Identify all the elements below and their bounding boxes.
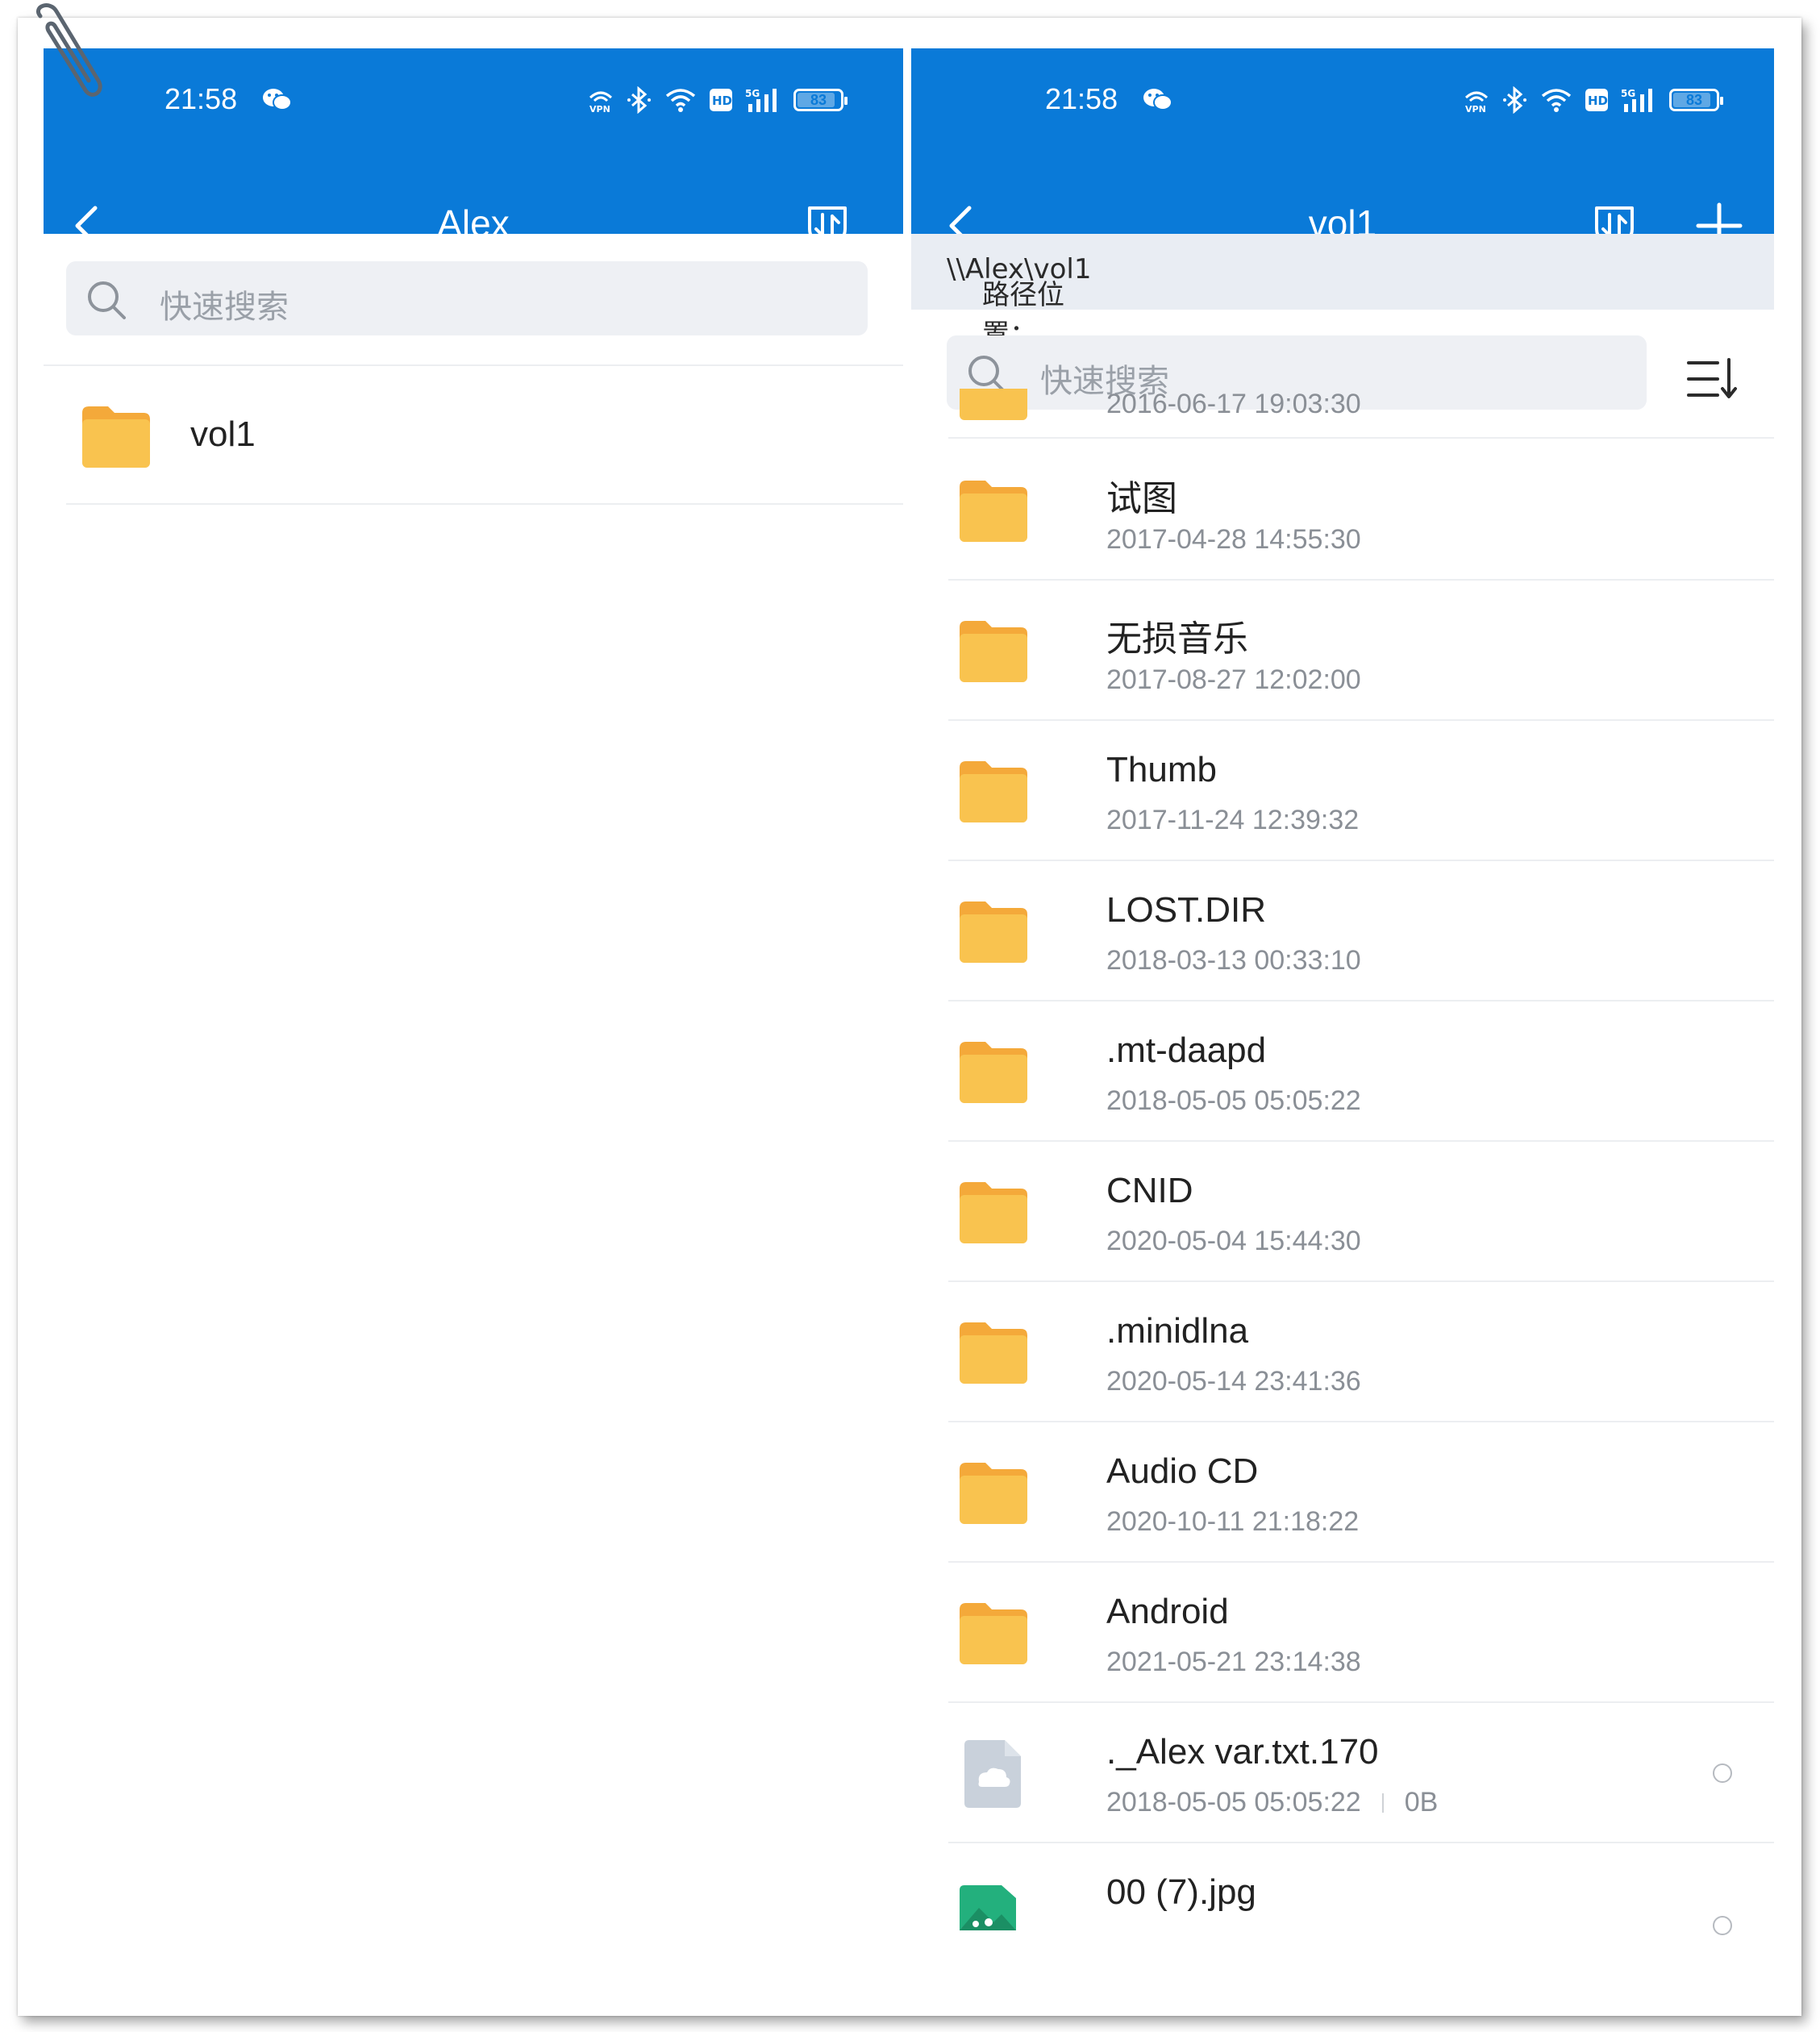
list-item[interactable]: ._Alex var.txt.170 2018-05-05 05:05:22 0B [948,1703,1774,1843]
wifi-icon [665,89,696,112]
svg-text:5G: 5G [1621,88,1635,99]
bluetooth-icon [627,86,651,114]
item-name: Thumb [1106,750,1217,789]
wifi-icon [1541,89,1572,112]
battery-icon: 83 [793,89,848,111]
list-item[interactable]: Audio CD 2020-10-11 21:18:22 [948,1422,1774,1563]
item-name: 00 (7).jpg [1106,1872,1256,1912]
item-date: 2017-11-24 12:39:32 [1106,805,1360,835]
vpn-icon: VPN [589,91,613,114]
item-name: .mt-daapd [1106,1031,1267,1070]
app-bar: 21:58 VPN HD 5G 83 vol1 [911,48,1774,250]
signal-5g-icon: 5G [1621,88,1652,112]
list-item[interactable]: Thumb 2017-11-24 12:39:32 [948,721,1774,861]
cloud-file-icon [964,1740,1021,1808]
item-date: 2018-05-05 05:05:22 [1106,1085,1361,1116]
svg-text:5G: 5G [745,88,760,99]
list-item[interactable]: LOST.DIR 2018-03-13 00:33:10 [948,861,1774,1001]
item-name: Android [1106,1592,1229,1631]
list-item[interactable]: .minidlna 2020-05-14 23:41:36 [948,1282,1774,1422]
list-item[interactable]: 试图 2017-04-28 14:55:30 [948,440,1774,581]
folder-icon [960,1042,1027,1103]
wechat-icon [263,89,292,110]
folder-icon [960,901,1027,963]
signal-5g-icon: 5G [745,88,777,112]
search-input[interactable]: 快速搜索 [66,261,868,335]
svg-text:VPN: VPN [1465,104,1486,114]
item-date: 2017-08-27 12:02:00 [1106,664,1361,695]
item-date: 2021-05-21 23:14:38 [1106,1647,1361,1677]
svg-text:VPN: VPN [589,104,610,114]
item-name: CNID [1106,1171,1193,1210]
paperclip-icon [36,3,102,97]
page-title: Alex [437,202,510,244]
folder-icon [960,1182,1027,1243]
item-name: Audio CD [1106,1451,1259,1491]
item-date: 2017-04-28 14:55:30 [1106,524,1361,555]
item-name: LOST.DIR [1106,890,1267,930]
item-date: 2018-05-05 05:05:22 [1106,1787,1361,1818]
item-name: .minidlna [1106,1311,1249,1351]
divider [66,503,903,505]
app-bar: 21:58 VPN HD 5G 83 Alex [44,48,903,250]
status-icons: VPN HD 5G 83 [587,85,848,115]
item-date: 2020-05-04 15:44:30 [1106,1226,1361,1256]
list-item[interactable]: .mt-daapd 2018-05-05 05:05:22 [948,1001,1774,1142]
folder-icon [960,1322,1027,1384]
list-item[interactable]: CNID 2020-05-04 15:44:30 [948,1142,1774,1282]
item-name: ._Alex var.txt.170 [1106,1732,1379,1772]
search-placeholder: 快速搜索 [160,289,289,326]
item-name: 无损音乐 [1106,619,1248,659]
separator [1381,1793,1384,1813]
bluetooth-icon [1503,86,1526,114]
folder-icon [960,481,1027,542]
folder-icon [960,1603,1027,1664]
wechat-icon [1143,89,1172,110]
svg-text:HD: HD [712,94,732,108]
item-date: 2020-05-14 23:41:36 [1106,1366,1361,1397]
folder-icon [960,761,1027,822]
item-meta: 2018-05-05 05:05:22 0B [1106,1787,1438,1818]
folder-icon [960,1463,1027,1524]
item-date: 2016-06-17 19:03:30 [1106,389,1361,419]
item-name: vol1 [190,414,256,454]
list-item[interactable]: 无损音乐 2017-08-27 12:02:00 [948,581,1774,721]
status-time: 21:58 [165,82,238,115]
folder-icon [960,621,1027,682]
divider [948,437,1774,439]
hd-icon: HD [1585,89,1608,111]
folder-icon [960,389,1027,420]
vpn-icon: VPN [1464,91,1489,114]
folder-icon [82,406,150,468]
item-date: 2018-03-13 00:33:10 [1106,945,1361,976]
list-item[interactable]: vol1 [66,366,903,505]
item-size: 0B [1404,1787,1439,1818]
hd-icon: HD [710,89,732,111]
search-icon [88,281,126,319]
list-item[interactable]: 00 (7).jpg [948,1843,1774,1984]
breadcrumb: 路径位置： \\Alex\vol1 [911,234,1774,351]
svg-text:HD: HD [1588,94,1608,108]
select-radio[interactable] [1713,1916,1732,1935]
item-date: 2020-10-11 21:18:22 [1106,1506,1360,1537]
item-name: 试图 [1106,479,1177,518]
status-time: 21:58 [1045,82,1118,115]
right-screen: 21:58 VPN HD 5G 83 vol1 路径位置： \\Alex\vol1 [911,48,1774,2011]
battery-icon: 83 [1669,89,1723,111]
image-file-icon [960,1885,1016,1930]
transfer-button[interactable] [802,200,853,252]
select-radio[interactable] [1713,1763,1732,1783]
status-icons: VPN HD 5G 83 [1463,85,1723,115]
left-screen: 21:58 VPN HD 5G 83 Alex 快速搜索 vol1 [44,48,903,2011]
list-item[interactable]: Android 2021-05-21 23:14:38 [948,1563,1774,1703]
